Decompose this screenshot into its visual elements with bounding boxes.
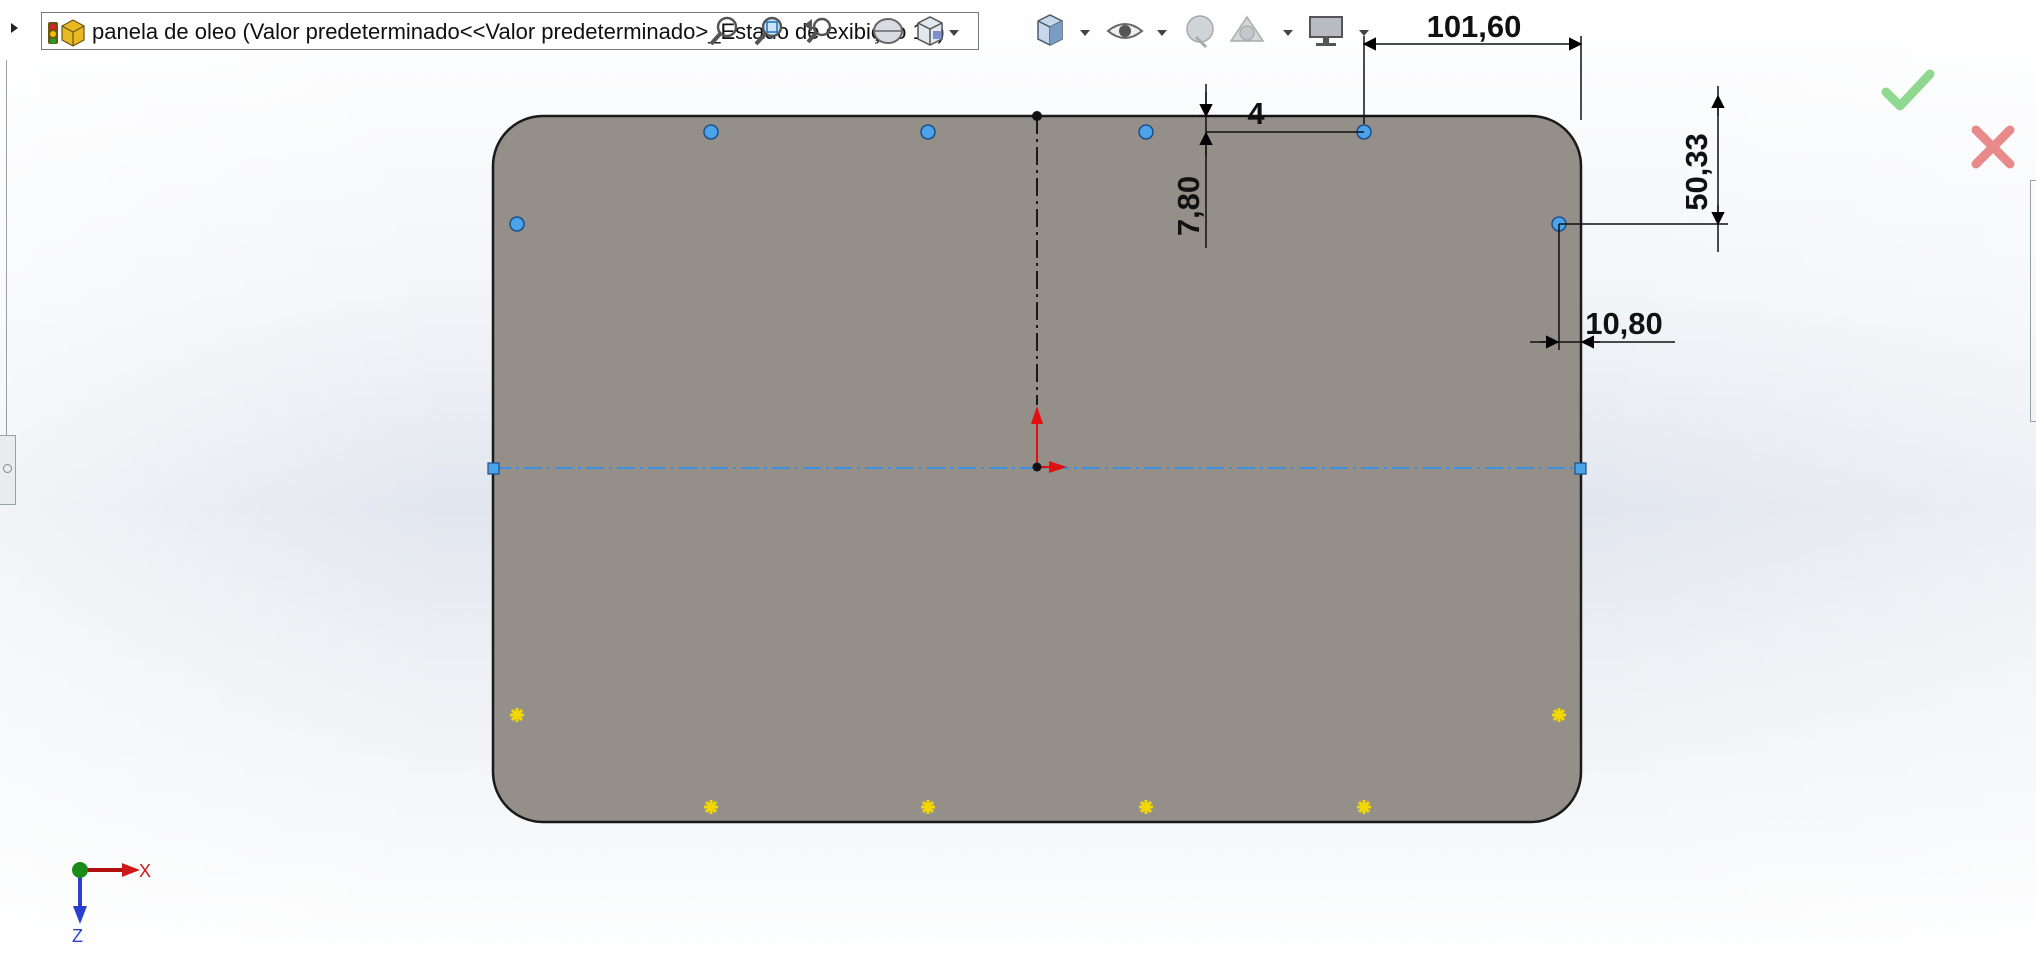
zoom-to-fit-icon[interactable] — [707, 13, 743, 49]
left-panel-border — [0, 60, 7, 480]
chevron-down-icon[interactable] — [1157, 30, 1167, 36]
triad-x-label: X — [139, 861, 151, 881]
dimension-text[interactable]: 10,80 — [1585, 306, 1663, 341]
triad-z-label: Z — [72, 926, 83, 946]
sketch-point[interactable] — [703, 124, 719, 140]
sketch-point[interactable] — [920, 124, 936, 140]
dimension-50-33[interactable]: 50,33 — [1559, 86, 1728, 252]
apply-scene-icon[interactable] — [1227, 11, 1267, 51]
sketch-point[interactable] — [509, 216, 525, 232]
right-panel-border[interactable] — [2030, 180, 2036, 422]
hide-show-items-icon[interactable] — [1105, 13, 1145, 49]
fixed-point-icon[interactable] — [1139, 800, 1153, 814]
display-style-icon[interactable] — [1030, 11, 1068, 49]
feature-tree-flyout[interactable]: panela de oleo (Valor predeterminado<<Va… — [41, 12, 979, 50]
chevron-down-icon[interactable] — [1080, 30, 1090, 36]
centerline-endpoint-right[interactable] — [1574, 462, 1587, 475]
chevron-down-icon[interactable] — [1283, 30, 1293, 36]
midpoint-marker[interactable] — [1032, 111, 1042, 121]
handle-grip-icon — [3, 464, 12, 473]
expand-tree-arrow-icon[interactable] — [11, 23, 18, 33]
fixed-point-icon[interactable] — [1357, 800, 1371, 814]
sketch-canvas[interactable]: 101,60 4 7,80 50,33 10,80 X Z — [0, 0, 2036, 973]
fixed-point-icon[interactable] — [921, 800, 935, 814]
sketch-point[interactable] — [1138, 124, 1154, 140]
view-orientation-icon[interactable] — [912, 13, 948, 49]
previous-view-icon[interactable] — [800, 13, 836, 49]
fixed-point-icon[interactable] — [1552, 708, 1566, 722]
edit-appearance-icon[interactable] — [1182, 11, 1220, 51]
chevron-down-icon[interactable] — [949, 30, 959, 36]
view-settings-icon[interactable] — [1306, 13, 1346, 49]
dimension-text[interactable]: 50,33 — [1679, 133, 1714, 211]
dimension-text[interactable]: 4 — [1247, 96, 1265, 131]
centerline-endpoint-left[interactable] — [487, 462, 500, 475]
confirm-check-icon[interactable] — [1880, 66, 1936, 116]
fixed-point-icon[interactable] — [510, 708, 524, 722]
chevron-down-icon[interactable] — [1359, 30, 1369, 36]
dimension-101-60[interactable]: 101,60 — [1362, 9, 1583, 124]
fixed-point-icon[interactable] — [704, 800, 718, 814]
left-panel-collapse-handle[interactable] — [0, 435, 16, 505]
dimension-text[interactable]: 101,60 — [1427, 9, 1522, 44]
part-icon — [48, 19, 85, 47]
zoom-area-icon[interactable] — [752, 13, 788, 49]
section-view-icon[interactable] — [870, 13, 906, 49]
dimension-text[interactable]: 7,80 — [1171, 176, 1206, 236]
cancel-x-icon[interactable] — [1968, 122, 2018, 172]
reference-triad: X Z — [72, 861, 151, 946]
